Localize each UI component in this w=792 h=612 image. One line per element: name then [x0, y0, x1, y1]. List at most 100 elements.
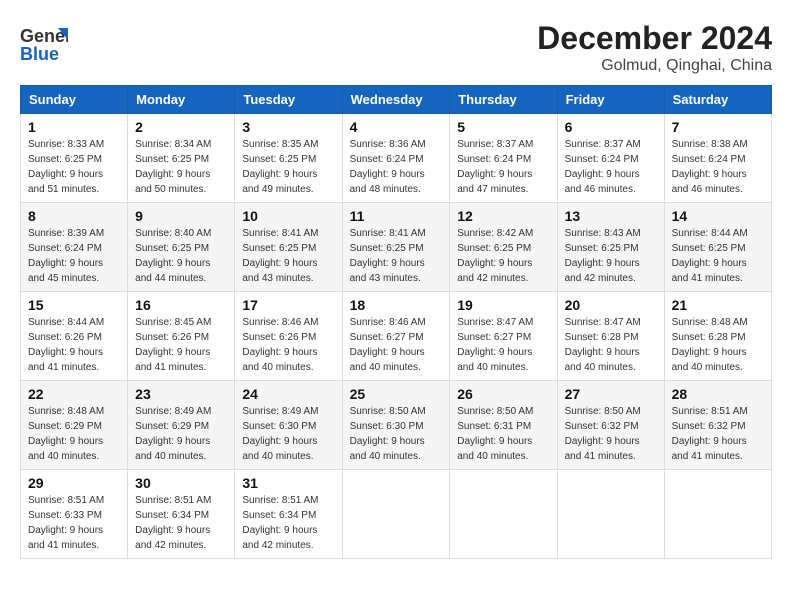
weekday-header: Sunday — [21, 86, 128, 114]
day-info: Sunrise: 8:33 AMSunset: 6:25 PMDaylight:… — [28, 139, 104, 195]
day-number: 3 — [242, 119, 334, 135]
calendar-day-cell: 23 Sunrise: 8:49 AMSunset: 6:29 PMDaylig… — [128, 381, 235, 470]
weekday-header: Monday — [128, 86, 235, 114]
calendar-day-cell: 4 Sunrise: 8:36 AMSunset: 6:24 PMDayligh… — [342, 114, 450, 203]
day-info: Sunrise: 8:48 AMSunset: 6:28 PMDaylight:… — [672, 317, 748, 373]
day-number: 12 — [457, 208, 549, 224]
calendar-day-cell: 9 Sunrise: 8:40 AMSunset: 6:25 PMDayligh… — [128, 203, 235, 292]
day-number: 26 — [457, 386, 549, 402]
page-header: General Blue December 2024 Golmud, Qingh… — [20, 20, 772, 75]
calendar-day-cell: 18 Sunrise: 8:46 AMSunset: 6:27 PMDaylig… — [342, 292, 450, 381]
day-number: 24 — [242, 386, 334, 402]
day-info: Sunrise: 8:51 AMSunset: 6:32 PMDaylight:… — [672, 406, 748, 462]
day-number: 29 — [28, 475, 120, 491]
day-number: 9 — [135, 208, 227, 224]
calendar-week-row: 8 Sunrise: 8:39 AMSunset: 6:24 PMDayligh… — [21, 203, 772, 292]
calendar-day-cell: 22 Sunrise: 8:48 AMSunset: 6:29 PMDaylig… — [21, 381, 128, 470]
day-info: Sunrise: 8:45 AMSunset: 6:26 PMDaylight:… — [135, 317, 211, 373]
day-info: Sunrise: 8:50 AMSunset: 6:30 PMDaylight:… — [350, 406, 426, 462]
day-number: 8 — [28, 208, 120, 224]
calendar-day-cell: 1 Sunrise: 8:33 AMSunset: 6:25 PMDayligh… — [21, 114, 128, 203]
calendar-day-cell: 25 Sunrise: 8:50 AMSunset: 6:30 PMDaylig… — [342, 381, 450, 470]
day-info: Sunrise: 8:51 AMSunset: 6:34 PMDaylight:… — [242, 495, 318, 551]
calendar-day-cell: 30 Sunrise: 8:51 AMSunset: 6:34 PMDaylig… — [128, 470, 235, 559]
day-info: Sunrise: 8:50 AMSunset: 6:31 PMDaylight:… — [457, 406, 533, 462]
day-number: 19 — [457, 297, 549, 313]
day-number: 2 — [135, 119, 227, 135]
day-info: Sunrise: 8:38 AMSunset: 6:24 PMDaylight:… — [672, 139, 748, 195]
day-number: 5 — [457, 119, 549, 135]
calendar-day-cell: 5 Sunrise: 8:37 AMSunset: 6:24 PMDayligh… — [450, 114, 557, 203]
day-number: 14 — [672, 208, 764, 224]
calendar-day-cell: 24 Sunrise: 8:49 AMSunset: 6:30 PMDaylig… — [235, 381, 342, 470]
day-info: Sunrise: 8:40 AMSunset: 6:25 PMDaylight:… — [135, 228, 211, 284]
calendar-table: SundayMondayTuesdayWednesdayThursdayFrid… — [20, 85, 772, 559]
day-number: 17 — [242, 297, 334, 313]
day-info: Sunrise: 8:44 AMSunset: 6:25 PMDaylight:… — [672, 228, 748, 284]
calendar-week-row: 29 Sunrise: 8:51 AMSunset: 6:33 PMDaylig… — [21, 470, 772, 559]
location: Golmud, Qinghai, China — [537, 57, 772, 75]
calendar-day-cell: 6 Sunrise: 8:37 AMSunset: 6:24 PMDayligh… — [557, 114, 664, 203]
calendar-day-cell: 8 Sunrise: 8:39 AMSunset: 6:24 PMDayligh… — [21, 203, 128, 292]
calendar-day-cell — [342, 470, 450, 559]
day-number: 25 — [350, 386, 443, 402]
day-number: 11 — [350, 208, 443, 224]
day-info: Sunrise: 8:47 AMSunset: 6:27 PMDaylight:… — [457, 317, 533, 373]
day-number: 18 — [350, 297, 443, 313]
day-info: Sunrise: 8:42 AMSunset: 6:25 PMDaylight:… — [457, 228, 533, 284]
day-number: 1 — [28, 119, 120, 135]
day-info: Sunrise: 8:51 AMSunset: 6:34 PMDaylight:… — [135, 495, 211, 551]
weekday-header: Friday — [557, 86, 664, 114]
day-number: 27 — [565, 386, 657, 402]
calendar-week-row: 15 Sunrise: 8:44 AMSunset: 6:26 PMDaylig… — [21, 292, 772, 381]
weekday-header: Wednesday — [342, 86, 450, 114]
day-number: 16 — [135, 297, 227, 313]
day-number: 30 — [135, 475, 227, 491]
day-number: 21 — [672, 297, 764, 313]
day-number: 6 — [565, 119, 657, 135]
calendar-day-cell: 14 Sunrise: 8:44 AMSunset: 6:25 PMDaylig… — [664, 203, 771, 292]
day-info: Sunrise: 8:41 AMSunset: 6:25 PMDaylight:… — [350, 228, 426, 284]
day-info: Sunrise: 8:36 AMSunset: 6:24 PMDaylight:… — [350, 139, 426, 195]
calendar-day-cell — [557, 470, 664, 559]
day-info: Sunrise: 8:49 AMSunset: 6:29 PMDaylight:… — [135, 406, 211, 462]
weekday-header: Tuesday — [235, 86, 342, 114]
day-info: Sunrise: 8:48 AMSunset: 6:29 PMDaylight:… — [28, 406, 104, 462]
calendar-day-cell: 11 Sunrise: 8:41 AMSunset: 6:25 PMDaylig… — [342, 203, 450, 292]
calendar-day-cell — [450, 470, 557, 559]
calendar-day-cell: 2 Sunrise: 8:34 AMSunset: 6:25 PMDayligh… — [128, 114, 235, 203]
day-number: 4 — [350, 119, 443, 135]
logo-icon: General Blue — [20, 20, 68, 68]
calendar-day-cell: 21 Sunrise: 8:48 AMSunset: 6:28 PMDaylig… — [664, 292, 771, 381]
calendar-day-cell: 3 Sunrise: 8:35 AMSunset: 6:25 PMDayligh… — [235, 114, 342, 203]
day-info: Sunrise: 8:35 AMSunset: 6:25 PMDaylight:… — [242, 139, 318, 195]
day-info: Sunrise: 8:34 AMSunset: 6:25 PMDaylight:… — [135, 139, 211, 195]
day-info: Sunrise: 8:49 AMSunset: 6:30 PMDaylight:… — [242, 406, 318, 462]
calendar-day-cell: 28 Sunrise: 8:51 AMSunset: 6:32 PMDaylig… — [664, 381, 771, 470]
calendar-week-row: 22 Sunrise: 8:48 AMSunset: 6:29 PMDaylig… — [21, 381, 772, 470]
day-info: Sunrise: 8:46 AMSunset: 6:27 PMDaylight:… — [350, 317, 426, 373]
day-info: Sunrise: 8:47 AMSunset: 6:28 PMDaylight:… — [565, 317, 641, 373]
calendar-day-cell: 15 Sunrise: 8:44 AMSunset: 6:26 PMDaylig… — [21, 292, 128, 381]
logo: General Blue — [20, 20, 72, 68]
calendar-header-row: SundayMondayTuesdayWednesdayThursdayFrid… — [21, 86, 772, 114]
day-info: Sunrise: 8:50 AMSunset: 6:32 PMDaylight:… — [565, 406, 641, 462]
day-info: Sunrise: 8:51 AMSunset: 6:33 PMDaylight:… — [28, 495, 104, 551]
calendar-day-cell: 7 Sunrise: 8:38 AMSunset: 6:24 PMDayligh… — [664, 114, 771, 203]
day-number: 31 — [242, 475, 334, 491]
day-number: 20 — [565, 297, 657, 313]
calendar-day-cell: 10 Sunrise: 8:41 AMSunset: 6:25 PMDaylig… — [235, 203, 342, 292]
svg-text:Blue: Blue — [20, 44, 59, 64]
day-number: 10 — [242, 208, 334, 224]
day-info: Sunrise: 8:41 AMSunset: 6:25 PMDaylight:… — [242, 228, 318, 284]
calendar-day-cell: 13 Sunrise: 8:43 AMSunset: 6:25 PMDaylig… — [557, 203, 664, 292]
day-number: 15 — [28, 297, 120, 313]
calendar-day-cell — [664, 470, 771, 559]
calendar-day-cell: 26 Sunrise: 8:50 AMSunset: 6:31 PMDaylig… — [450, 381, 557, 470]
day-number: 22 — [28, 386, 120, 402]
calendar-day-cell: 17 Sunrise: 8:46 AMSunset: 6:26 PMDaylig… — [235, 292, 342, 381]
calendar-day-cell: 29 Sunrise: 8:51 AMSunset: 6:33 PMDaylig… — [21, 470, 128, 559]
day-info: Sunrise: 8:46 AMSunset: 6:26 PMDaylight:… — [242, 317, 318, 373]
calendar-day-cell: 12 Sunrise: 8:42 AMSunset: 6:25 PMDaylig… — [450, 203, 557, 292]
title-block: December 2024 Golmud, Qinghai, China — [537, 20, 772, 75]
